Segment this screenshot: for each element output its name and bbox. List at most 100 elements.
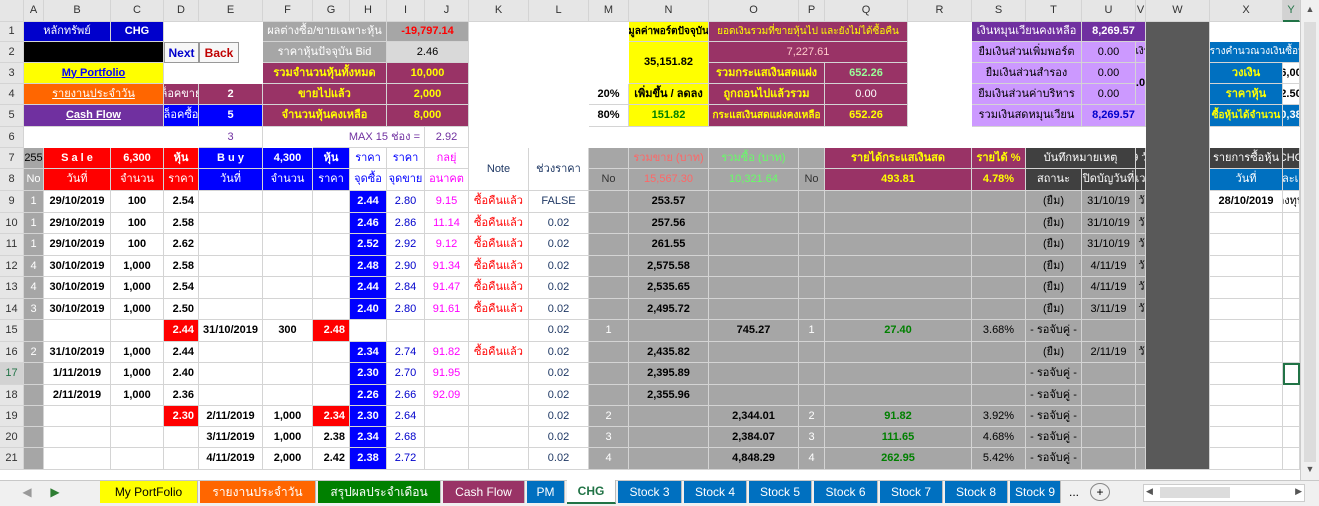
buy-price[interactable] <box>313 213 350 234</box>
range-value[interactable]: 0.02 <box>529 299 589 320</box>
buy-point[interactable]: 2.30 <box>350 363 387 385</box>
sale-price[interactable]: 2.58 <box>164 213 199 234</box>
used-time[interactable] <box>1136 320 1146 342</box>
sale-qty[interactable]: 1,000 <box>111 256 164 277</box>
close-date[interactable] <box>1082 448 1136 470</box>
status-value[interactable]: (ยืม) <box>1026 256 1082 277</box>
sale-price[interactable] <box>164 427 199 448</box>
buy-list-detail[interactable] <box>1283 234 1300 256</box>
column-header[interactable]: N <box>629 0 709 22</box>
range-value[interactable]: 0.02 <box>529 213 589 234</box>
row-header[interactable]: 11 <box>0 234 24 256</box>
row-count[interactable] <box>24 363 44 385</box>
future-value[interactable] <box>425 427 469 448</box>
income-amount[interactable] <box>825 342 972 363</box>
column-header[interactable]: B <box>44 0 111 22</box>
sell-amount[interactable]: 2,495.72 <box>629 299 709 320</box>
row-count[interactable]: 4 <box>24 277 44 299</box>
row-header[interactable]: 13 <box>0 277 24 299</box>
sell-point[interactable]: 2.80 <box>387 191 425 213</box>
buy-date[interactable] <box>199 277 263 299</box>
sell-amount[interactable] <box>629 320 709 342</box>
row-header[interactable]: 19 <box>0 406 24 427</box>
buy-list-detail[interactable] <box>1283 427 1300 448</box>
back-button[interactable]: Back <box>199 42 239 63</box>
column-header[interactable]: V <box>1136 0 1146 22</box>
tab-stock-8[interactable]: Stock 8 <box>945 481 1008 503</box>
scroll-up-icon[interactable]: ▲ <box>1303 4 1317 16</box>
buy-price[interactable] <box>313 299 350 320</box>
buy-point[interactable] <box>350 320 387 342</box>
buy-price[interactable] <box>313 277 350 299</box>
column-header[interactable]: D <box>164 0 199 22</box>
income-no[interactable]: 1 <box>799 320 825 342</box>
sell-amount[interactable] <box>629 427 709 448</box>
buy-qty[interactable] <box>263 342 313 363</box>
selected-cell[interactable] <box>1283 363 1300 385</box>
income-pct[interactable] <box>972 256 1026 277</box>
sale-date[interactable] <box>44 448 111 470</box>
row-count[interactable]: 1 <box>24 191 44 213</box>
future-value[interactable]: 9.15 <box>425 191 469 213</box>
income-amount[interactable]: 262.95 <box>825 448 972 470</box>
buy-list-date[interactable] <box>1210 363 1283 385</box>
buy-date[interactable]: 3/11/2019 <box>199 427 263 448</box>
income-no[interactable]: 2 <box>799 406 825 427</box>
buy-amount[interactable] <box>709 256 799 277</box>
column-header[interactable]: U <box>1082 0 1136 22</box>
range-value[interactable]: 0.02 <box>529 277 589 299</box>
buy-price[interactable] <box>313 234 350 256</box>
buy-date[interactable] <box>199 213 263 234</box>
buy-date[interactable] <box>199 299 263 320</box>
buy-amount[interactable]: 4,848.29 <box>709 448 799 470</box>
row-header[interactable]: 2 <box>0 42 24 63</box>
sell-amount[interactable]: 253.57 <box>629 191 709 213</box>
sell-no[interactable] <box>589 191 629 213</box>
row-count[interactable]: 2 <box>24 342 44 363</box>
buy-point[interactable]: 2.44 <box>350 191 387 213</box>
note-value[interactable]: ซื้อคืนแล้ว <box>469 191 529 213</box>
sell-no[interactable] <box>589 256 629 277</box>
column-header[interactable]: R <box>908 0 972 22</box>
buy-point[interactable]: 2.38 <box>350 448 387 470</box>
sell-point[interactable]: 2.64 <box>387 406 425 427</box>
buy-date[interactable]: 4/11/2019 <box>199 448 263 470</box>
row-count[interactable] <box>24 406 44 427</box>
daily-report-link[interactable]: รายงานประจำวัน <box>24 84 164 105</box>
sale-price[interactable]: 2.62 <box>164 234 199 256</box>
buy-date[interactable] <box>199 385 263 406</box>
sale-date[interactable]: 2/11/2019 <box>44 385 111 406</box>
used-time[interactable] <box>1136 363 1146 385</box>
note-value[interactable] <box>469 320 529 342</box>
scroll-left-icon[interactable]: ◀ <box>1146 486 1153 497</box>
income-pct[interactable]: 4.68% <box>972 427 1026 448</box>
row-header[interactable]: 20 <box>0 427 24 448</box>
used-time[interactable] <box>1136 427 1146 448</box>
used-time[interactable]: 4 วัน <box>1136 256 1146 277</box>
future-value[interactable] <box>425 320 469 342</box>
buy-date[interactable]: 2/11/2019 <box>199 406 263 427</box>
buy-list-detail[interactable] <box>1283 256 1300 277</box>
status-value[interactable]: - รอจับคู่ - <box>1026 320 1082 342</box>
buy-price[interactable] <box>313 191 350 213</box>
buy-date[interactable] <box>199 342 263 363</box>
income-no[interactable] <box>799 363 825 385</box>
note-value[interactable]: ซื้อคืนแล้ว <box>469 299 529 320</box>
row-header[interactable]: 17 <box>0 363 24 385</box>
buy-list-date[interactable] <box>1210 342 1283 363</box>
income-no[interactable] <box>799 385 825 406</box>
row-header[interactable]: 8 <box>0 169 24 191</box>
income-no[interactable] <box>799 256 825 277</box>
range-value[interactable]: FALSE <box>529 191 589 213</box>
spreadsheet-grid[interactable]: ABCDEFGHIJKLMNOPQRSTUVWXYZ12345678910111… <box>0 0 1300 480</box>
sell-no[interactable] <box>589 342 629 363</box>
status-value[interactable]: - รอจับคู่ - <box>1026 385 1082 406</box>
sell-no[interactable] <box>589 213 629 234</box>
row-header[interactable]: 9 <box>0 191 24 213</box>
buy-point[interactable]: 2.44 <box>350 277 387 299</box>
income-amount[interactable] <box>825 363 972 385</box>
tab-stock-3[interactable]: Stock 3 <box>618 481 682 503</box>
row-header[interactable]: 16 <box>0 342 24 363</box>
lock-sell-value[interactable]: 2 <box>199 84 263 105</box>
status-value[interactable]: (ยืม) <box>1026 213 1082 234</box>
